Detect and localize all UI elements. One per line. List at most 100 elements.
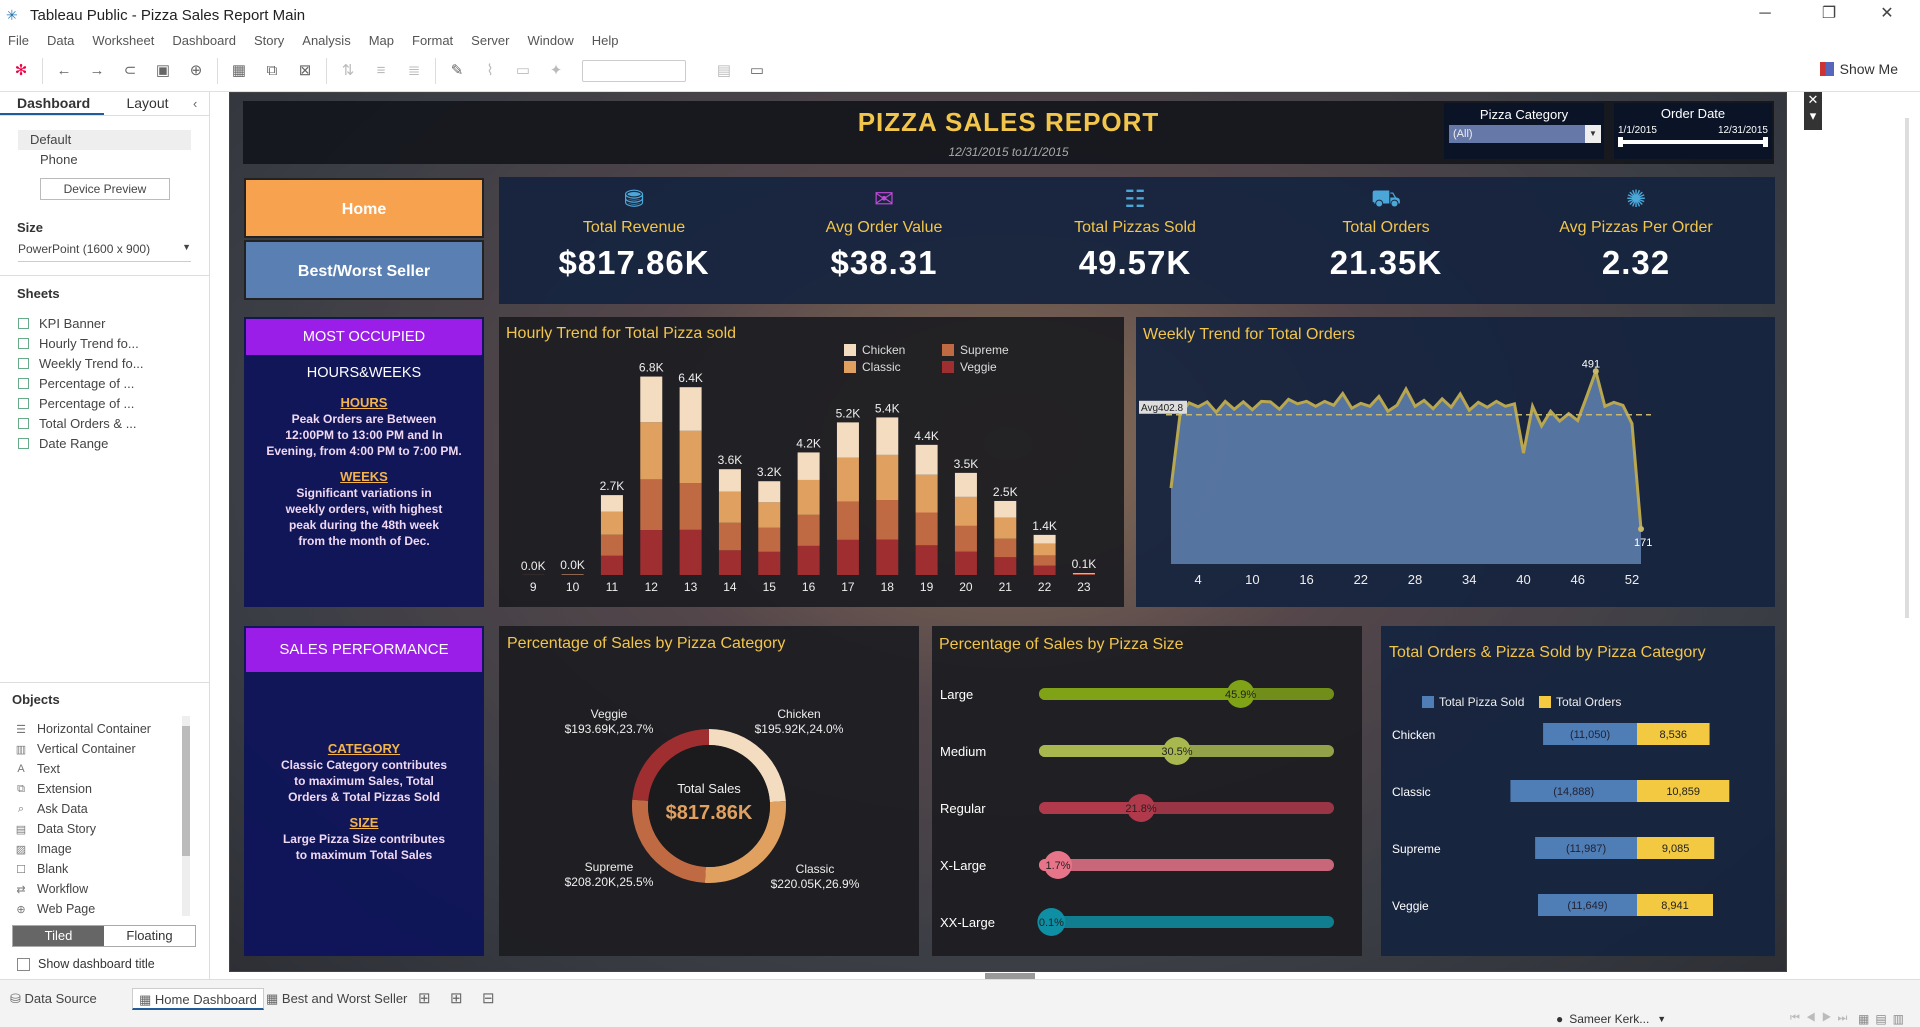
menu-server[interactable]: Server	[471, 33, 509, 48]
tiled-button[interactable]: Tiled	[13, 926, 104, 946]
close-object-icon[interactable]: ✕ ▾	[1804, 92, 1822, 130]
duplicate-icon[interactable]: ⧉	[260, 59, 284, 83]
restore-icon[interactable]: ❐	[1806, 0, 1852, 30]
presentation-mode-icon[interactable]: ▭	[745, 59, 769, 83]
object-item[interactable]: ⊕ Web Page	[0, 899, 185, 919]
data-source-icon[interactable]: ⊂	[118, 59, 142, 83]
fit-dropdown[interactable]	[582, 59, 686, 82]
highlight-icon[interactable]: ✎	[445, 59, 469, 83]
device-default[interactable]: Default	[18, 130, 191, 150]
objects-scrollbar[interactable]	[182, 716, 190, 916]
menu-data[interactable]: Data	[47, 33, 74, 48]
sheet-item[interactable]: Weekly Trend fo...	[0, 353, 209, 373]
kpi-value: 2.32	[1601, 244, 1671, 281]
undo-icon[interactable]: ←	[52, 59, 76, 83]
new-worksheet-icon[interactable]: ▦	[227, 59, 251, 83]
bar-segment	[836, 457, 859, 502]
legend-label: Classic	[862, 360, 901, 374]
object-item[interactable]: ▨ Image	[0, 839, 185, 859]
object-item[interactable]: A Text	[0, 759, 185, 779]
tab-dashboard[interactable]: Dashboard	[0, 92, 105, 115]
sheet-item[interactable]: Date Range	[0, 433, 209, 453]
show-me-icon	[1819, 62, 1834, 76]
device-phone[interactable]: Phone	[0, 150, 209, 170]
show-title-checkbox[interactable]	[17, 957, 30, 971]
pizza-category-select[interactable]: (All) ▼	[1449, 125, 1601, 143]
size-dropdown[interactable]: PowerPoint (1600 x 900) ▼	[18, 242, 191, 262]
new-worksheet-icon[interactable]: ⊞	[418, 989, 431, 1007]
device-preview-button[interactable]: Device Preview	[40, 178, 170, 200]
new-story-icon[interactable]: ⊟	[482, 989, 495, 1007]
menu-help[interactable]: Help	[592, 33, 619, 48]
sort-ascending-icon[interactable]: ≡	[369, 59, 393, 83]
weeks-heading: WEEKS	[340, 469, 388, 484]
view-mode-icon[interactable]: ▦▤▥	[1858, 1012, 1910, 1026]
menu-dashboard[interactable]: Dashboard	[172, 33, 236, 48]
object-label: Web Page	[37, 902, 96, 916]
bar-total-label: 3.6K	[718, 453, 743, 467]
sheet-item[interactable]: KPI Banner	[0, 313, 209, 333]
object-item[interactable]: ▥ Vertical Container	[0, 739, 185, 759]
pizza-sold-label: (14,888)	[1553, 786, 1594, 798]
show-cards-icon[interactable]: ▤	[712, 59, 736, 83]
labels-icon[interactable]: ▭	[511, 59, 535, 83]
menu-format[interactable]: Format	[412, 33, 453, 48]
sheet-navigation-icon[interactable]: ⏮◀▶⏭	[1790, 1012, 1853, 1025]
x-tick-label: 52	[1625, 572, 1639, 587]
sheet-item[interactable]: Total Orders & ...	[0, 413, 209, 433]
tab-best-worst-seller[interactable]: ▦ Best and Worst Seller	[260, 988, 413, 1010]
canvas-scrollbar[interactable]	[1905, 118, 1909, 618]
object-item[interactable]: ▤ Data Story	[0, 819, 185, 839]
bar-segment	[718, 469, 741, 492]
tab-data-source[interactable]: ⛁ Data Source	[4, 988, 103, 1010]
object-item[interactable]: ⧉ Extension	[0, 779, 185, 799]
save-icon[interactable]: ▣	[151, 59, 175, 83]
best-worst-button[interactable]: Best/Worst Seller	[244, 240, 484, 300]
pin-icon[interactable]: ✦	[544, 59, 568, 83]
minimize-icon[interactable]: ─	[1742, 0, 1788, 30]
sheet-item[interactable]: Percentage of ...	[0, 373, 209, 393]
slider-handle-start[interactable]	[1618, 137, 1623, 147]
new-data-source-icon[interactable]: ⊕	[184, 59, 208, 83]
bar-segment	[758, 551, 781, 575]
group-icon[interactable]: ⌇	[478, 59, 502, 83]
show-me-button[interactable]: Show Me	[1819, 61, 1898, 77]
pizzas-sold-icon: ☷	[1124, 186, 1146, 213]
object-item[interactable]: ☐ Blank	[0, 859, 185, 879]
new-dashboard-icon[interactable]: ⊞	[450, 989, 463, 1007]
slice-name: Veggie	[591, 707, 628, 721]
object-item[interactable]: ⌕ Ask Data	[0, 799, 185, 819]
x-tick-label: 18	[881, 580, 895, 594]
close-icon[interactable]: ✕	[1864, 0, 1910, 30]
menu-analysis[interactable]: Analysis	[302, 33, 350, 48]
clear-sheet-icon[interactable]: ⊠	[293, 59, 317, 83]
x-tick-label: 17	[841, 580, 855, 594]
kpi-label: Avg Pizzas Per Order	[1559, 219, 1713, 236]
data-story-icon: ▤	[15, 823, 27, 836]
menu-worksheet[interactable]: Worksheet	[92, 33, 154, 48]
menu-map[interactable]: Map	[369, 33, 394, 48]
object-item[interactable]: ☰ Horizontal Container	[0, 719, 185, 739]
sheet-item[interactable]: Percentage of ...	[0, 393, 209, 413]
object-item[interactable]: ⇄ Workflow	[0, 879, 185, 899]
sort-descending-icon[interactable]: ≣	[402, 59, 426, 83]
note-line: peak during the 48th week	[288, 518, 440, 532]
menu-story[interactable]: Story	[254, 33, 284, 48]
chevron-down-icon: ▼	[182, 242, 191, 252]
redo-icon[interactable]: →	[85, 59, 109, 83]
sheet-label: Hourly Trend fo...	[39, 335, 139, 351]
menu-window[interactable]: Window	[527, 33, 573, 48]
floating-button[interactable]: Floating	[104, 926, 195, 946]
home-button[interactable]: Home	[244, 178, 484, 238]
note-line: Classic Category contributes	[280, 758, 448, 772]
slider-handle-end[interactable]	[1763, 137, 1768, 147]
date-range-slider[interactable]	[1618, 137, 1768, 147]
swap-icon[interactable]: ⇅	[336, 59, 360, 83]
tableau-home-icon[interactable]: ✻	[9, 59, 33, 83]
user-name: Sameer Kerk...	[1569, 1012, 1650, 1026]
menu-file[interactable]: File	[8, 33, 29, 48]
collapse-panel-icon[interactable]: ‹	[193, 96, 197, 111]
user-menu[interactable]: ● Sameer Kerk... ▼	[1556, 1012, 1666, 1026]
sheet-item[interactable]: Hourly Trend fo...	[0, 333, 209, 353]
tab-home-dashboard[interactable]: ▦ Home Dashboard	[132, 988, 264, 1010]
